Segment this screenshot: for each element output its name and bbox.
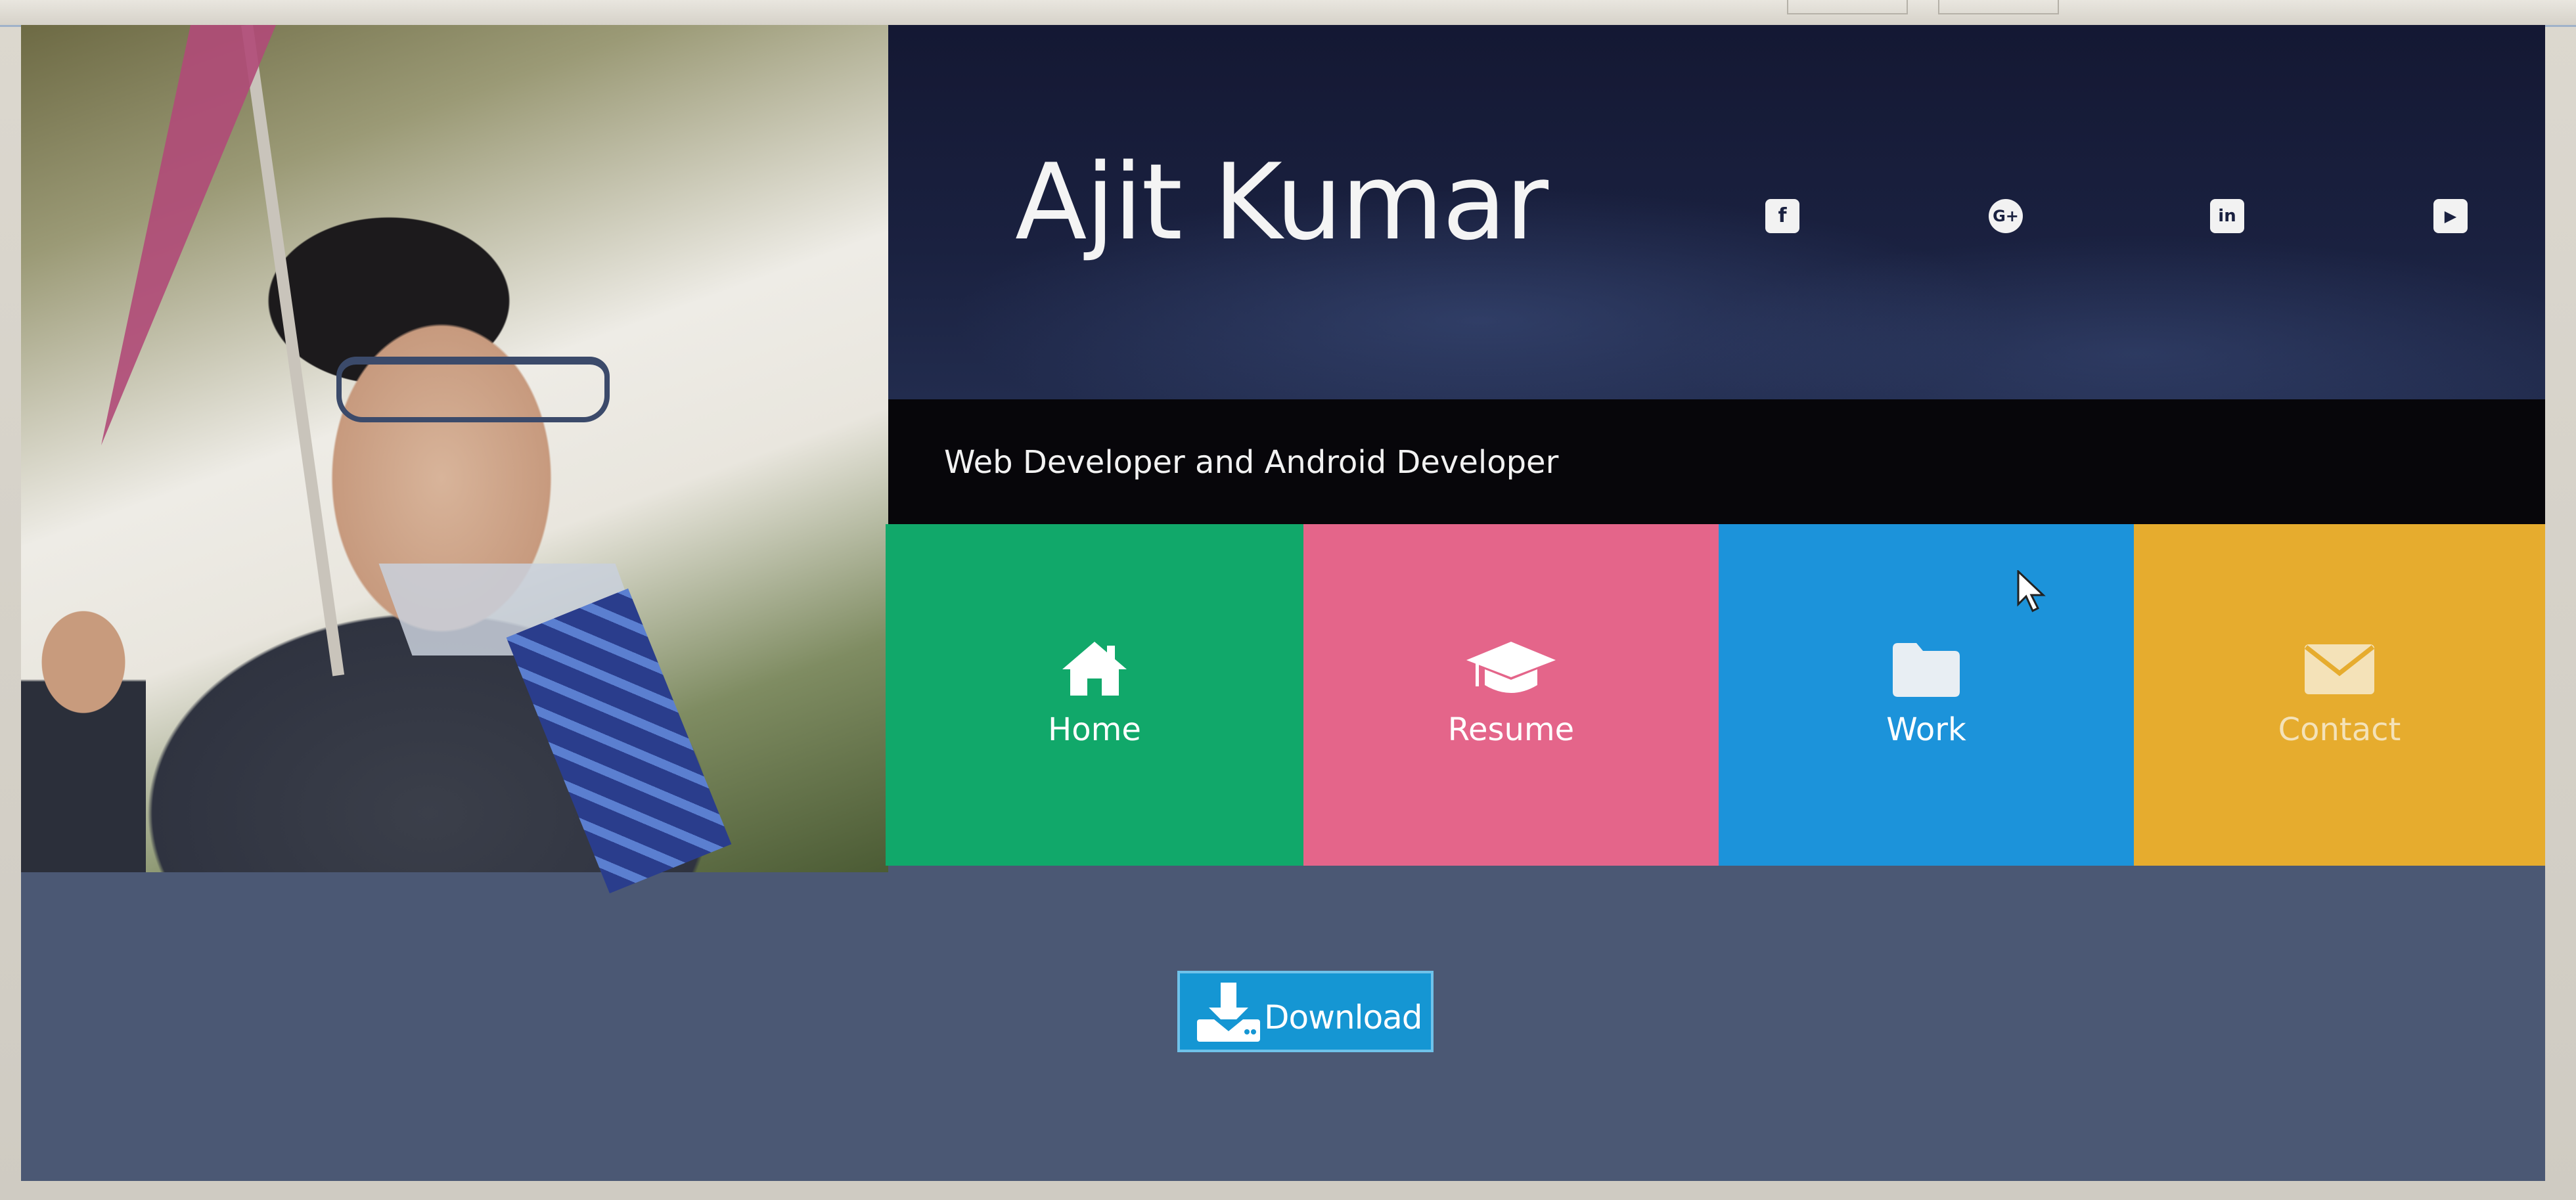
tile-home[interactable]: Home <box>886 524 1303 866</box>
browser-toolbar-edge <box>0 0 2576 27</box>
facebook-icon[interactable]: f <box>1765 199 1799 233</box>
portfolio-page: Ajit Kumar f G+ in ▶ Web Developer and A… <box>21 25 2545 1181</box>
tile-resume-label: Resume <box>1447 711 1575 748</box>
tie <box>506 588 732 894</box>
tile-work-label: Work <box>1886 711 1966 748</box>
google-plus-icon[interactable]: G+ <box>1989 199 2023 233</box>
linkedin-icon[interactable]: in <box>2210 199 2244 233</box>
tile-contact[interactable]: Contact <box>2134 524 2545 866</box>
mouse-cursor-icon <box>2017 570 2046 613</box>
download-icon <box>1197 983 1260 1042</box>
tagline: Web Developer and Android Developer <box>944 444 1559 481</box>
tile-home-label: Home <box>1048 711 1141 748</box>
download-button[interactable]: Download <box>1177 971 1434 1052</box>
folder-icon <box>1893 643 1960 697</box>
profile-photo <box>21 25 888 894</box>
browser-tab-edge <box>1938 0 2059 14</box>
youtube-icon[interactable]: ▶ <box>2433 199 2468 233</box>
download-label: Download <box>1264 998 1423 1036</box>
tile-work[interactable]: Work <box>1719 524 2134 866</box>
monitor-screen: Ajit Kumar f G+ in ▶ Web Developer and A… <box>0 0 2576 1200</box>
home-icon <box>1062 642 1127 696</box>
graduation-cap-icon <box>1466 642 1556 693</box>
tagline-bar: Web Developer and Android Developer <box>888 399 2545 524</box>
header-banner: Ajit Kumar f G+ in ▶ <box>888 25 2545 399</box>
background-person <box>21 596 146 872</box>
flag-pole <box>241 25 345 677</box>
tile-contact-label: Contact <box>2278 711 2401 748</box>
glasses <box>336 357 610 422</box>
envelope-icon <box>2304 644 2375 694</box>
flag <box>101 25 277 445</box>
profile-name: Ajit Kumar <box>1015 141 1548 263</box>
bookmark-star-area <box>1787 0 1908 14</box>
tile-resume[interactable]: Resume <box>1303 524 1719 866</box>
